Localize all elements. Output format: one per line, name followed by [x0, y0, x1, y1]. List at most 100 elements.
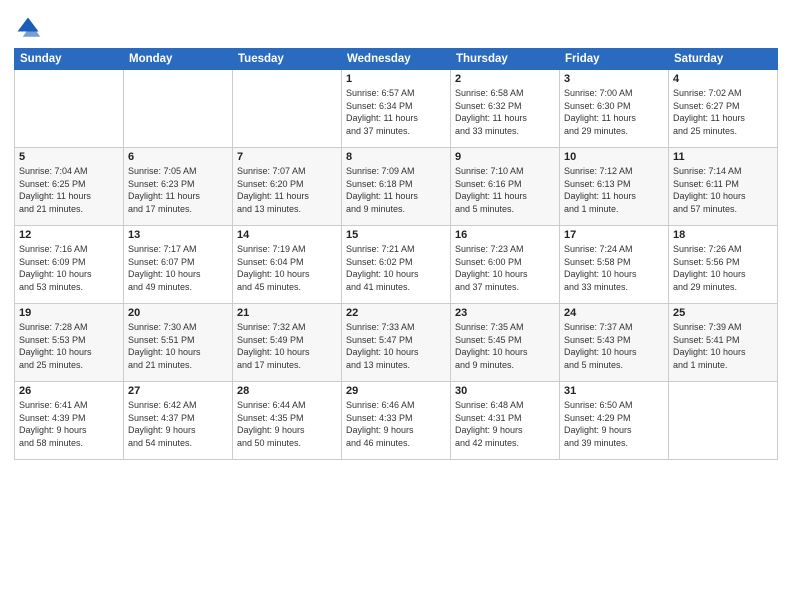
day-number: 29	[346, 385, 446, 397]
calendar-cell: 9 Sunrise: 7:10 AMSunset: 6:16 PMDaylight…	[451, 148, 560, 226]
header	[14, 10, 778, 42]
calendar-cell: 27Sunrise: 6:42 AMSunset: 4:37 PMDayligh…	[124, 382, 233, 460]
day-number: 18	[673, 229, 773, 241]
calendar-cell: 10 Sunrise: 7:12 AMSunset: 6:13 PMDayligh…	[560, 148, 669, 226]
calendar-cell	[669, 382, 778, 460]
day-info: Sunrise: 6:42 AMSunset: 4:37 PMDaylight:…	[128, 399, 228, 449]
day-number: 2	[455, 73, 555, 85]
calendar-cell	[233, 70, 342, 148]
day-number: 12	[19, 229, 119, 241]
calendar-cell: 22Sunrise: 7:33 AMSunset: 5:47 PMDayligh…	[342, 304, 451, 382]
calendar-cell: 23Sunrise: 7:35 AMSunset: 5:45 PMDayligh…	[451, 304, 560, 382]
day-info: Sunrise: 6:48 AMSunset: 4:31 PMDaylight:…	[455, 399, 555, 449]
day-info: Sunrise: 7:04 AMSunset: 6:25 PMDaylight:…	[19, 165, 119, 215]
day-number: 26	[19, 385, 119, 397]
day-number: 9	[455, 151, 555, 163]
day-number: 7	[237, 151, 337, 163]
day-info: Sunrise: 7:28 AMSunset: 5:53 PMDaylight:…	[19, 321, 119, 371]
calendar-cell: 18Sunrise: 7:26 AMSunset: 5:56 PMDayligh…	[669, 226, 778, 304]
day-info: Sunrise: 7:14 AMSunset: 6:11 PMDaylight:…	[673, 165, 773, 215]
day-number: 15	[346, 229, 446, 241]
day-info: Sunrise: 7:21 AMSunset: 6:02 PMDaylight:…	[346, 243, 446, 293]
day-info: Sunrise: 7:16 AMSunset: 6:09 PMDaylight:…	[19, 243, 119, 293]
calendar-week-3: 12 Sunrise: 7:16 AMSunset: 6:09 PMDayligh…	[15, 226, 778, 304]
day-info: Sunrise: 7:17 AMSunset: 6:07 PMDaylight:…	[128, 243, 228, 293]
calendar-cell: 6Sunrise: 7:05 AMSunset: 6:23 PMDaylight…	[124, 148, 233, 226]
day-number: 20	[128, 307, 228, 319]
calendar-header-row: SundayMondayTuesdayWednesdayThursdayFrid…	[15, 49, 778, 70]
day-number: 14	[237, 229, 337, 241]
weekday-header-saturday: Saturday	[669, 49, 778, 70]
calendar-cell: 20Sunrise: 7:30 AMSunset: 5:51 PMDayligh…	[124, 304, 233, 382]
day-number: 17	[564, 229, 664, 241]
day-number: 19	[19, 307, 119, 319]
day-number: 5	[19, 151, 119, 163]
day-number: 25	[673, 307, 773, 319]
day-number: 13	[128, 229, 228, 241]
day-number: 21	[237, 307, 337, 319]
day-info: Sunrise: 7:00 AMSunset: 6:30 PMDaylight:…	[564, 87, 664, 137]
calendar-week-1: 1 Sunrise: 6:57 AMSunset: 6:34 PMDaylight…	[15, 70, 778, 148]
day-info: Sunrise: 6:46 AMSunset: 4:33 PMDaylight:…	[346, 399, 446, 449]
calendar-cell: 3Sunrise: 7:00 AMSunset: 6:30 PMDaylight…	[560, 70, 669, 148]
weekday-header-monday: Monday	[124, 49, 233, 70]
calendar-cell: 30Sunrise: 6:48 AMSunset: 4:31 PMDayligh…	[451, 382, 560, 460]
calendar-cell: 5 Sunrise: 7:04 AMSunset: 6:25 PMDaylight…	[15, 148, 124, 226]
calendar-cell: 2 Sunrise: 6:58 AMSunset: 6:32 PMDaylight…	[451, 70, 560, 148]
day-info: Sunrise: 7:37 AMSunset: 5:43 PMDaylight:…	[564, 321, 664, 371]
weekday-header-tuesday: Tuesday	[233, 49, 342, 70]
calendar-cell: 1 Sunrise: 6:57 AMSunset: 6:34 PMDaylight…	[342, 70, 451, 148]
calendar-week-4: 19 Sunrise: 7:28 AMSunset: 5:53 PMDayligh…	[15, 304, 778, 382]
day-number: 31	[564, 385, 664, 397]
day-info: Sunrise: 6:44 AMSunset: 4:35 PMDaylight:…	[237, 399, 337, 449]
calendar-cell: 12 Sunrise: 7:16 AMSunset: 6:09 PMDayligh…	[15, 226, 124, 304]
day-number: 28	[237, 385, 337, 397]
weekday-header-sunday: Sunday	[15, 49, 124, 70]
calendar-cell: 11Sunrise: 7:14 AMSunset: 6:11 PMDayligh…	[669, 148, 778, 226]
day-number: 4	[673, 73, 773, 85]
day-info: Sunrise: 6:58 AMSunset: 6:32 PMDaylight:…	[455, 87, 555, 137]
weekday-header-wednesday: Wednesday	[342, 49, 451, 70]
day-info: Sunrise: 7:09 AMSunset: 6:18 PMDaylight:…	[346, 165, 446, 215]
logo	[14, 10, 46, 42]
day-info: Sunrise: 7:32 AMSunset: 5:49 PMDaylight:…	[237, 321, 337, 371]
calendar-cell: 29 Sunrise: 6:46 AMSunset: 4:33 PMDayligh…	[342, 382, 451, 460]
day-info: Sunrise: 7:39 AMSunset: 5:41 PMDaylight:…	[673, 321, 773, 371]
day-number: 24	[564, 307, 664, 319]
calendar-cell: 14 Sunrise: 7:19 AMSunset: 6:04 PMDayligh…	[233, 226, 342, 304]
day-info: Sunrise: 6:41 AMSunset: 4:39 PMDaylight:…	[19, 399, 119, 449]
day-number: 1	[346, 73, 446, 85]
calendar-cell: 19 Sunrise: 7:28 AMSunset: 5:53 PMDayligh…	[15, 304, 124, 382]
calendar-cell: 25 Sunrise: 7:39 AMSunset: 5:41 PMDayligh…	[669, 304, 778, 382]
day-info: Sunrise: 7:02 AMSunset: 6:27 PMDaylight:…	[673, 87, 773, 137]
day-info: Sunrise: 7:12 AMSunset: 6:13 PMDaylight:…	[564, 165, 664, 215]
day-number: 22	[346, 307, 446, 319]
day-info: Sunrise: 7:10 AMSunset: 6:16 PMDaylight:…	[455, 165, 555, 215]
day-info: Sunrise: 7:05 AMSunset: 6:23 PMDaylight:…	[128, 165, 228, 215]
page: SundayMondayTuesdayWednesdayThursdayFrid…	[0, 0, 792, 612]
day-number: 10	[564, 151, 664, 163]
calendar-cell: 15 Sunrise: 7:21 AMSunset: 6:02 PMDayligh…	[342, 226, 451, 304]
calendar-cell: 4 Sunrise: 7:02 AMSunset: 6:27 PMDaylight…	[669, 70, 778, 148]
weekday-header-friday: Friday	[560, 49, 669, 70]
calendar-cell	[15, 70, 124, 148]
weekday-header-thursday: Thursday	[451, 49, 560, 70]
calendar-cell: 24 Sunrise: 7:37 AMSunset: 5:43 PMDayligh…	[560, 304, 669, 382]
calendar-cell: 21 Sunrise: 7:32 AMSunset: 5:49 PMDayligh…	[233, 304, 342, 382]
day-number: 16	[455, 229, 555, 241]
day-info: Sunrise: 7:07 AMSunset: 6:20 PMDaylight:…	[237, 165, 337, 215]
calendar-cell: 26 Sunrise: 6:41 AMSunset: 4:39 PMDayligh…	[15, 382, 124, 460]
calendar-cell: 17 Sunrise: 7:24 AMSunset: 5:58 PMDayligh…	[560, 226, 669, 304]
day-info: Sunrise: 7:35 AMSunset: 5:45 PMDaylight:…	[455, 321, 555, 371]
calendar-cell: 7 Sunrise: 7:07 AMSunset: 6:20 PMDaylight…	[233, 148, 342, 226]
day-info: Sunrise: 7:19 AMSunset: 6:04 PMDaylight:…	[237, 243, 337, 293]
logo-icon	[14, 14, 42, 42]
calendar-cell: 13 Sunrise: 7:17 AMSunset: 6:07 PMDayligh…	[124, 226, 233, 304]
day-info: Sunrise: 7:24 AMSunset: 5:58 PMDaylight:…	[564, 243, 664, 293]
day-info: Sunrise: 6:50 AMSunset: 4:29 PMDaylight:…	[564, 399, 664, 449]
day-info: Sunrise: 6:57 AMSunset: 6:34 PMDaylight:…	[346, 87, 446, 137]
calendar-cell: 28 Sunrise: 6:44 AMSunset: 4:35 PMDayligh…	[233, 382, 342, 460]
calendar-cell: 31 Sunrise: 6:50 AMSunset: 4:29 PMDayligh…	[560, 382, 669, 460]
calendar-week-2: 5 Sunrise: 7:04 AMSunset: 6:25 PMDaylight…	[15, 148, 778, 226]
calendar-cell: 8Sunrise: 7:09 AMSunset: 6:18 PMDaylight…	[342, 148, 451, 226]
